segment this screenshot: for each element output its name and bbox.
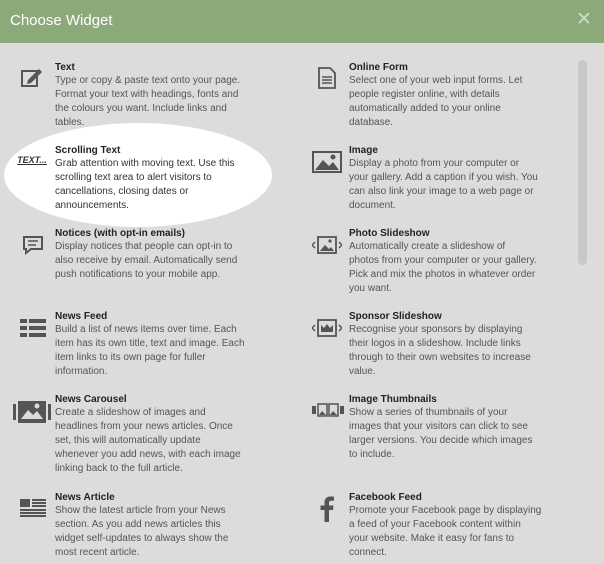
widget-desc-line: tables. xyxy=(55,117,85,128)
widget-desc-line: Format your text with headings, fonts an… xyxy=(55,89,239,100)
scrollbar[interactable] xyxy=(578,60,587,564)
widget-image[interactable]: Image Display a photo from your computer… xyxy=(349,144,549,213)
crown-slideshow-icon xyxy=(312,318,342,338)
widget-notices[interactable]: Notices (with opt-in emails) Display not… xyxy=(55,227,255,282)
widget-facebook-feed[interactable]: Facebook Feed Promote your Facebook page… xyxy=(349,491,549,560)
widget-desc-line: people register online, with details xyxy=(349,89,500,100)
dialog-title: Choose Widget xyxy=(10,12,113,29)
widget-desc-line: announcements. xyxy=(55,200,129,211)
widget-news-feed[interactable]: News Feed Build a list of news items ove… xyxy=(55,310,255,379)
widget-title: News Article xyxy=(55,492,115,503)
widget-desc-line: Recognise your sponsors by displaying xyxy=(349,324,523,335)
widget-desc-line: item links to its own page for fuller xyxy=(55,352,206,363)
widget-desc-line: Type or copy & paste text onto your page… xyxy=(55,75,241,86)
widget-desc-line: information. xyxy=(55,366,108,377)
widget-desc-line: widget self-updates to always show the xyxy=(55,533,229,544)
widget-desc-line: their logos in a slideshow. Include link… xyxy=(349,338,521,349)
widget-desc-line: the colours you want. Include links and xyxy=(55,103,227,114)
widget-desc-line: value. xyxy=(349,366,376,377)
widget-desc-line: Select one of your web input forms. Let xyxy=(349,75,523,86)
widget-desc-line: connect. xyxy=(349,547,387,558)
dialog-header: Choose Widget ✕ xyxy=(0,0,604,43)
widget-desc-line: your website. Make it easy for fans to xyxy=(349,533,515,544)
edit-icon xyxy=(20,66,44,90)
form-icon xyxy=(317,66,337,90)
widget-desc-line: Grab attention with moving text. Use thi… xyxy=(55,158,235,169)
widget-desc-line: your gallery. Add a caption if you wish.… xyxy=(349,172,538,183)
widget-title: Sponsor Slideshow xyxy=(349,311,442,322)
widget-desc-line: database. xyxy=(349,117,393,128)
widget-desc-line: a feed of your Facebook content within xyxy=(349,519,521,530)
widget-title: Notices (with opt-in emails) xyxy=(55,228,186,239)
list-icon xyxy=(19,317,47,339)
widget-title: Text xyxy=(55,62,75,73)
widget-desc-line: section. As you add news articles this xyxy=(55,519,221,530)
article-icon xyxy=(20,498,46,518)
widget-title: Image Thumbnails xyxy=(349,394,437,405)
image-icon xyxy=(312,150,342,174)
widget-desc-line: push notifications to your mobile app. xyxy=(55,269,221,280)
widget-desc-line: cancellations, closing dates or xyxy=(55,186,189,197)
widget-desc-line: whenever you add news, with each image xyxy=(55,449,241,460)
widget-desc-line: larger versions. You decide which images xyxy=(349,435,533,446)
thumbnails-icon xyxy=(312,402,344,418)
widget-title: News Feed xyxy=(55,311,108,322)
carousel-icon xyxy=(13,398,51,426)
widget-desc-line: document. xyxy=(349,200,396,211)
widget-desc-line: Create a slideshow of images and xyxy=(55,407,206,418)
widget-scrolling-text[interactable]: Scrolling Text Grab attention with movin… xyxy=(55,144,255,213)
widget-desc-line: Automatically create a slideshow of xyxy=(349,241,506,252)
widget-desc-line: Display a photo from your computer or xyxy=(349,158,520,169)
widget-desc-line: to include. xyxy=(349,449,395,460)
widget-desc-line: most recent article. xyxy=(55,547,140,558)
widget-news-carousel[interactable]: News Carousel Create a slideshow of imag… xyxy=(55,393,255,476)
widget-desc-line: through to their own websites to increas… xyxy=(349,352,531,363)
scrollbar-thumb[interactable] xyxy=(578,60,587,265)
widget-desc-line: you want. xyxy=(349,283,392,294)
widget-desc-line: Display notices that people can opt-in t… xyxy=(55,241,233,252)
slideshow-icon xyxy=(312,235,342,255)
widget-news-article[interactable]: News Article Show the latest article fro… xyxy=(55,491,255,560)
widget-desc-line: can also link your image to a web page o… xyxy=(349,186,534,197)
widget-image-thumbnails[interactable]: Image Thumbnails Show a series of thumbn… xyxy=(349,393,549,462)
widget-title: Online Form xyxy=(349,62,408,73)
widget-desc-line: item has its own title, text and image. … xyxy=(55,338,245,349)
widget-desc-line: also receive by email. Automatically sen… xyxy=(55,255,238,266)
text-marquee-icon: TEXT... xyxy=(17,155,47,165)
widget-title: News Carousel xyxy=(55,394,127,405)
widget-desc-line: Show the latest article from your News xyxy=(55,505,226,516)
widget-desc-line: automatically added to your online xyxy=(349,103,501,114)
widget-desc-line: headlines from your news articles. Once xyxy=(55,421,233,432)
widget-desc-line: images that your visitors can click to s… xyxy=(349,421,528,432)
widget-title: Scrolling Text xyxy=(55,145,121,156)
facebook-icon xyxy=(318,496,336,522)
widget-desc-line: Pick and mix the photos in whatever orde… xyxy=(349,269,536,280)
widget-online-form[interactable]: Online Form Select one of your web input… xyxy=(349,61,549,130)
widget-sponsor-slideshow[interactable]: Sponsor Slideshow Recognise your sponsor… xyxy=(349,310,549,379)
widget-desc-line: set, this will automatically update xyxy=(55,435,201,446)
widget-desc-line: photos from your computer or your galler… xyxy=(349,255,537,266)
close-button[interactable]: ✕ xyxy=(576,10,592,30)
widget-desc-line: Build a list of news items over time. Ea… xyxy=(55,324,237,335)
widget-title: Photo Slideshow xyxy=(349,228,430,239)
widget-desc-line: Promote your Facebook page by displaying xyxy=(349,505,542,516)
speech-bubble-icon xyxy=(22,234,44,256)
widget-title: Image xyxy=(349,145,378,156)
widget-desc-line: linking back to the full article. xyxy=(55,463,183,474)
widget-text[interactable]: Text Type or copy & paste text onto your… xyxy=(55,61,255,130)
widget-title: Facebook Feed xyxy=(349,492,422,503)
widget-desc-line: Show a series of thumbnails of your xyxy=(349,407,508,418)
widget-photo-slideshow[interactable]: Photo Slideshow Automatically create a s… xyxy=(349,227,549,296)
widget-desc-line: scrolling text area to alert visitors to xyxy=(55,172,212,183)
